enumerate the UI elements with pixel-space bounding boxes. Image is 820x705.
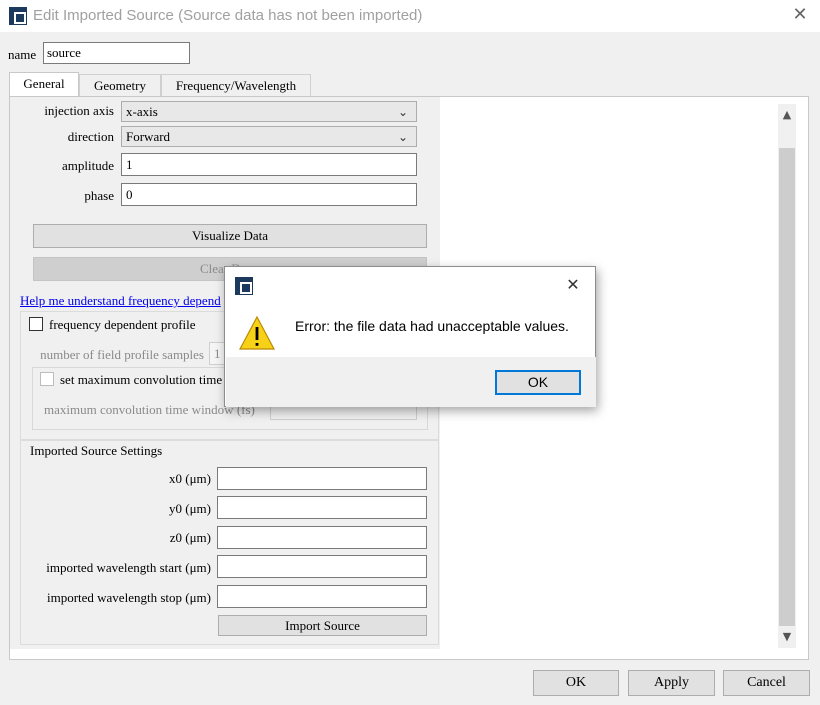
injection-axis-label: injection axis xyxy=(44,103,114,118)
close-window-button[interactable]: ✕ xyxy=(789,4,811,26)
imported-settings-title: Imported Source Settings xyxy=(30,443,163,458)
direction-value: Forward xyxy=(126,129,171,144)
error-message: Error: the file data had unacceptable va… xyxy=(295,318,569,334)
field-samples-label: number of field profile samples xyxy=(40,347,204,362)
scrollbar-thumb[interactable] xyxy=(779,148,795,626)
ok-button[interactable]: OK xyxy=(533,670,619,696)
injection-axis-select[interactable]: x-axis ⌄ xyxy=(121,101,417,122)
x0-label: x0 (μm) xyxy=(169,471,211,486)
phase-input[interactable]: 0 xyxy=(121,183,417,206)
amplitude-input[interactable]: 1 xyxy=(121,153,417,176)
injection-axis-value: x-axis xyxy=(126,104,158,119)
x0-input[interactable] xyxy=(217,467,427,490)
z0-label: z0 (μm) xyxy=(169,530,211,545)
direction-select[interactable]: Forward ⌄ xyxy=(121,126,417,147)
visualize-data-button[interactable]: Visualize Data xyxy=(33,224,427,248)
z0-input[interactable] xyxy=(217,526,427,549)
warning-icon xyxy=(239,315,275,350)
scroll-down-icon[interactable]: ▼ xyxy=(778,628,796,646)
error-dialog: ✕ Error: the file data had unacceptable … xyxy=(224,266,596,407)
y0-label: y0 (μm) xyxy=(169,501,211,516)
help-frequency-link[interactable]: Help me understand frequency depend xyxy=(20,293,221,308)
name-input[interactable]: source xyxy=(43,42,190,64)
chevron-down-icon: ⌄ xyxy=(397,130,408,144)
phase-label: phase xyxy=(84,188,114,203)
set-max-convolution-label: set maximum convolution time xyxy=(60,372,223,387)
tab-frequency-wavelength[interactable]: Frequency/Wavelength xyxy=(161,74,311,98)
y0-input[interactable] xyxy=(217,496,427,519)
cancel-button[interactable]: Cancel xyxy=(723,670,810,696)
dialog-ok-button[interactable]: OK xyxy=(495,370,581,395)
import-source-button[interactable]: Import Source xyxy=(218,615,427,636)
apply-button[interactable]: Apply xyxy=(628,670,715,696)
wavelength-start-label: imported wavelength start (μm) xyxy=(46,560,211,575)
wavelength-stop-label: imported wavelength stop (μm) xyxy=(46,590,211,605)
dialog-app-icon xyxy=(235,277,253,295)
wavelength-stop-input[interactable] xyxy=(217,585,427,608)
set-max-convolution-checkbox[interactable] xyxy=(40,372,54,386)
tab-general[interactable]: General xyxy=(9,72,79,98)
name-label: name xyxy=(8,47,37,62)
tab-geometry[interactable]: Geometry xyxy=(79,74,161,98)
amplitude-label: amplitude xyxy=(62,158,114,173)
help-link-wrapper: Help me understand frequency depend xyxy=(20,293,230,309)
chevron-down-icon: ⌄ xyxy=(397,105,408,119)
frequency-dependent-checkbox[interactable] xyxy=(29,317,43,331)
app-icon xyxy=(9,7,27,25)
frequency-dependent-label: frequency dependent profile xyxy=(49,317,196,332)
direction-label: direction xyxy=(67,129,114,144)
scroll-up-icon[interactable]: ▲ xyxy=(778,106,796,124)
title-bar: Edit Imported Source (Source data has no… xyxy=(0,0,820,32)
window-title: Edit Imported Source (Source data has no… xyxy=(33,7,423,24)
dialog-close-button[interactable]: ✕ xyxy=(561,274,585,296)
wavelength-start-input[interactable] xyxy=(217,555,427,578)
